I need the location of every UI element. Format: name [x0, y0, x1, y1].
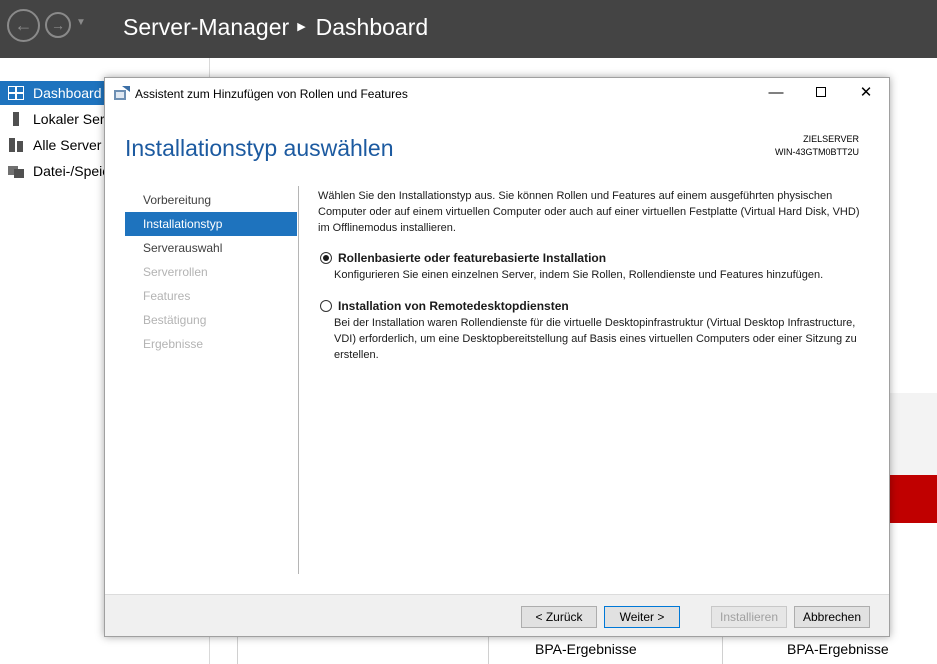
- option-title: Installation von Remotedesktopdiensten: [338, 299, 569, 313]
- alert-tile-header: [890, 475, 937, 523]
- option-title: Rollenbasierte oder featurebasierte Inst…: [338, 251, 607, 265]
- next-button[interactable]: Weiter >: [604, 606, 680, 628]
- page-title: Dashboard: [315, 14, 429, 40]
- dashboard-icon: [8, 86, 24, 100]
- wizard-content: Wählen Sie den Installationstyp aus. Sie…: [318, 188, 878, 361]
- wizard-footer: < Zurück Weiter > Installieren Abbrechen: [105, 594, 889, 636]
- target-server-label: ZIELSERVER: [803, 134, 859, 144]
- maximize-button[interactable]: [798, 80, 844, 106]
- history-dropdown-icon[interactable]: ▼: [76, 17, 86, 28]
- breadcrumb-separator-icon: ▶: [297, 21, 306, 33]
- bpa-results-link[interactable]: BPA-Ergebnisse: [787, 641, 889, 657]
- option-description: Bei der Installation waren Rollendienste…: [334, 317, 857, 361]
- maximize-icon: [816, 86, 826, 97]
- step-bestaetigung: Bestätigung: [143, 313, 207, 327]
- wizard-page-heading: Installationstyp auswählen: [125, 135, 394, 161]
- wizard-app-icon: [114, 86, 130, 100]
- minimize-button[interactable]: —: [753, 80, 799, 106]
- wizard-window-title: Assistent zum Hinzufügen von Rollen und …: [135, 87, 408, 101]
- app-title: Server-Manager: [123, 14, 290, 40]
- option-remote-desktop[interactable]: Installation von Remotedesktopdiensten B…: [318, 298, 878, 364]
- step-serverauswahl[interactable]: Serverauswahl: [125, 236, 297, 260]
- step-serverrollen: Serverrollen: [143, 265, 208, 279]
- sidebar-item-label: Lokaler Serv: [33, 111, 112, 127]
- sidebar-item-label: Datei-/Speic: [33, 163, 110, 179]
- sidebar-item-label: Alle Server: [33, 137, 102, 153]
- option-description: Konfigurieren Sie einen einzelnen Server…: [334, 269, 824, 281]
- option-role-based[interactable]: Rollenbasierte oder featurebasierte Inst…: [318, 250, 878, 284]
- steps-divider: [298, 186, 299, 574]
- install-button: Installieren: [711, 606, 787, 628]
- wizard-steps-nav: Vorbereitung Installationstyp Serverausw…: [125, 188, 297, 356]
- back-button[interactable]: < Zurück: [521, 606, 597, 628]
- step-ergebnisse: Ergebnisse: [143, 337, 204, 351]
- all-servers-icon: [9, 138, 23, 152]
- back-arrow-icon[interactable]: ←: [7, 9, 40, 42]
- bpa-results-link[interactable]: BPA-Ergebnisse: [535, 641, 637, 657]
- file-storage-icon: [8, 166, 24, 178]
- local-server-icon: [13, 112, 19, 126]
- add-roles-wizard-dialog: Assistent zum Hinzufügen von Rollen und …: [104, 77, 890, 637]
- tile-background: [890, 393, 937, 475]
- server-manager-header: ← → ▼ Server-Manager ▶ Dashboard: [0, 0, 937, 58]
- wizard-titlebar[interactable]: Assistent zum Hinzufügen von Rollen und …: [105, 78, 889, 108]
- close-button[interactable]: ✕: [843, 80, 889, 106]
- breadcrumb: Server-Manager ▶ Dashboard: [123, 14, 428, 41]
- remote-desktop-radio[interactable]: [320, 300, 332, 312]
- role-based-radio[interactable]: [320, 252, 332, 264]
- cancel-button[interactable]: Abbrechen: [794, 606, 870, 628]
- step-vorbereitung[interactable]: Vorbereitung: [125, 188, 297, 212]
- intro-text: Wählen Sie den Installationstyp aus. Sie…: [318, 190, 860, 234]
- target-server-name: WIN-43GTM0BTT2U: [774, 147, 859, 157]
- step-installationstyp[interactable]: Installationstyp: [125, 212, 297, 236]
- step-features: Features: [143, 289, 191, 303]
- forward-arrow-icon[interactable]: →: [45, 12, 71, 38]
- sidebar-item-label: Dashboard: [33, 85, 102, 101]
